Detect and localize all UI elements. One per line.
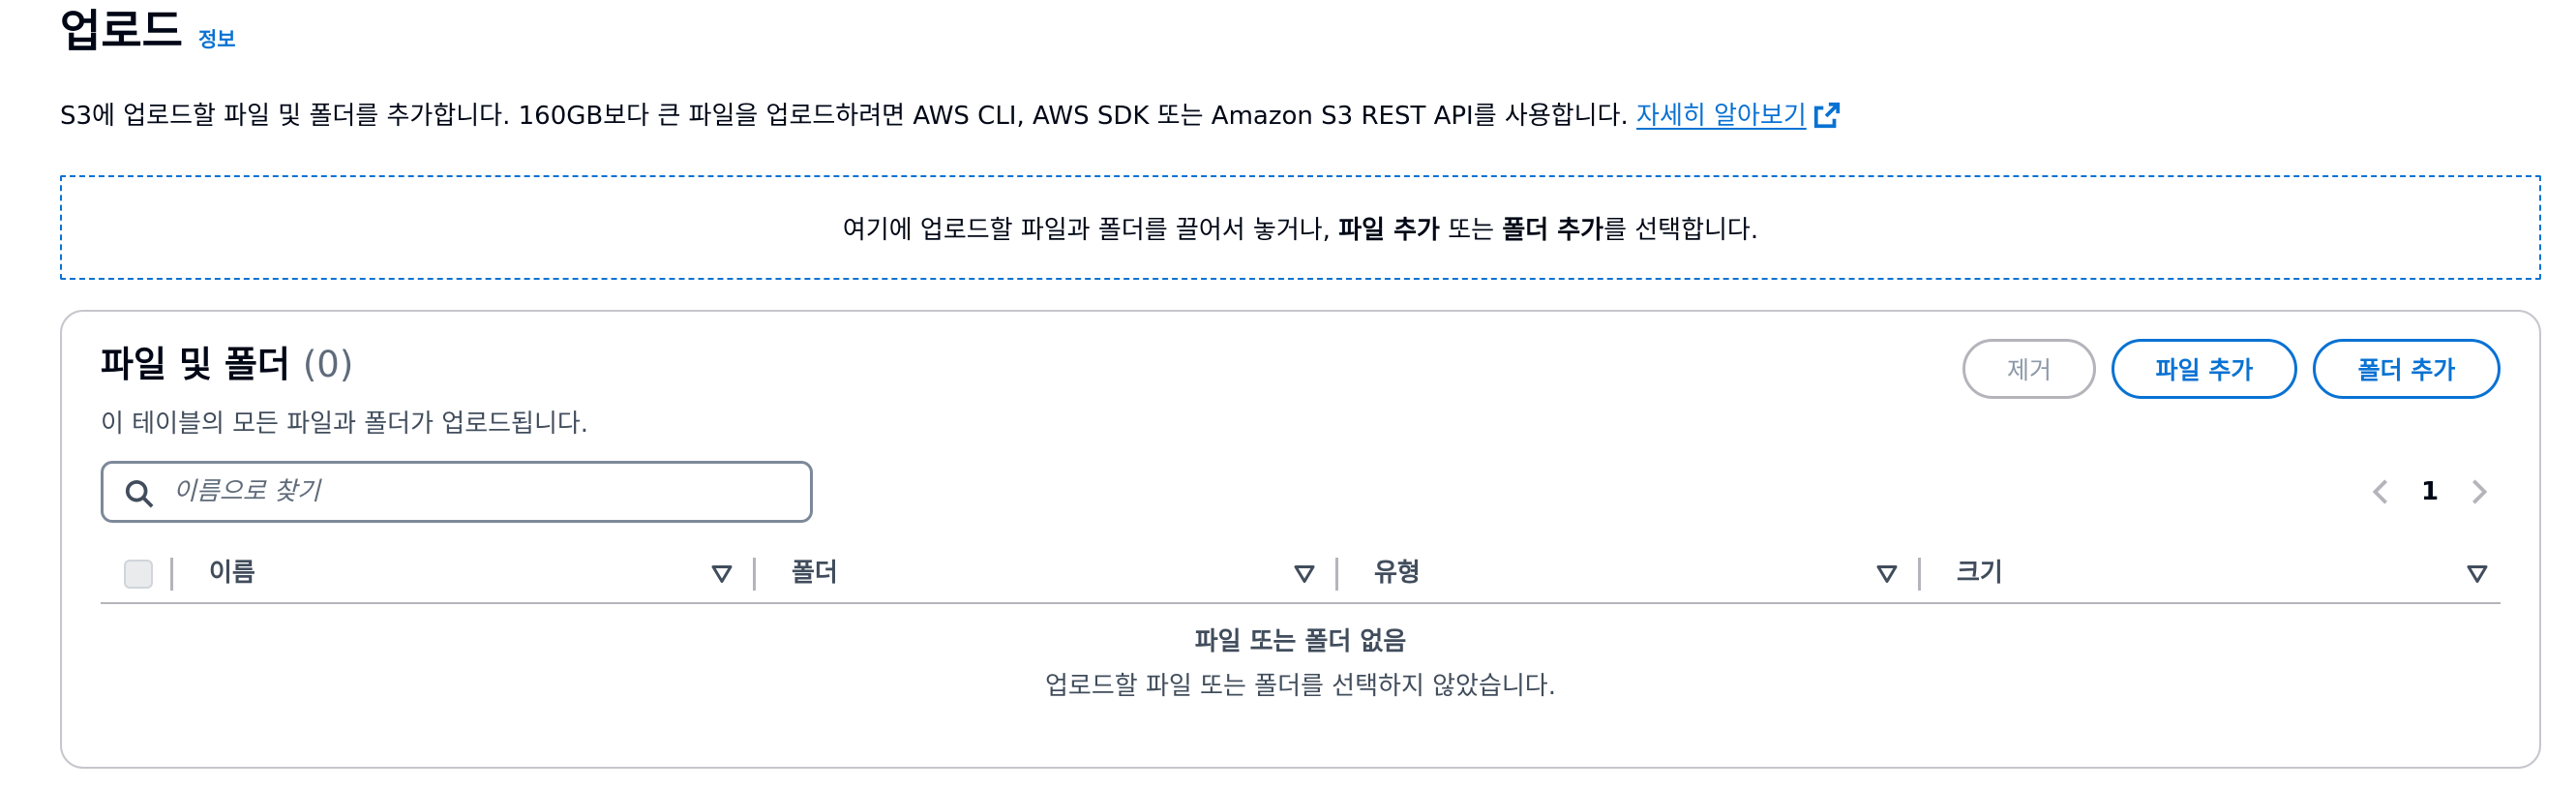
sort-triangle-icon[interactable]	[1293, 562, 1316, 586]
sort-triangle-icon[interactable]	[2466, 562, 2489, 586]
column-header-name[interactable]: 이름	[209, 554, 255, 592]
empty-state-title: 파일 또는 폴더 없음	[1194, 627, 1407, 656]
table-header: 이름 폴더 유형 크기	[101, 544, 2501, 604]
column-header-folder[interactable]: 폴더	[792, 554, 838, 592]
column-divider[interactable]	[753, 558, 756, 591]
search-icon	[125, 479, 154, 508]
info-link[interactable]: 정보	[198, 24, 236, 53]
empty-state-description: 업로드할 파일 또는 폴더를 선택하지 않았습니다.	[1045, 672, 1556, 701]
external-link-icon	[1813, 102, 1840, 129]
page-title: 업로드	[60, 5, 183, 57]
chevron-right-icon	[2472, 479, 2488, 504]
sort-triangle-icon[interactable]	[710, 562, 734, 586]
learn-more-link[interactable]: 자세히 알아보기	[1636, 102, 1842, 131]
panel-title: 파일 및 폴더 (0)	[101, 344, 354, 385]
remove-button[interactable]: 제거	[1962, 339, 2096, 399]
dropzone-text: 여기에 업로드할 파일과 폴더를 끌어서 놓거나, 파일 추가 또는 폴더 추가…	[842, 215, 1759, 245]
column-divider[interactable]	[1918, 558, 1921, 591]
search-box	[101, 461, 813, 523]
column-divider[interactable]	[1335, 558, 1338, 591]
panel-description: 이 테이블의 모든 파일과 폴더가 업로드됩니다.	[101, 410, 589, 439]
learn-more-label: 자세히 알아보기	[1636, 102, 1807, 131]
chevron-left-icon	[2372, 479, 2387, 504]
add-folder-button[interactable]: 폴더 추가	[2313, 339, 2501, 399]
select-all-checkbox[interactable]	[124, 560, 153, 589]
column-header-type[interactable]: 유형	[1374, 554, 1421, 592]
page-description: S3에 업로드할 파일 및 폴더를 추가합니다. 160GB보다 큰 파일을 업…	[60, 97, 1842, 136]
pagination: 1	[2361, 465, 2499, 519]
previous-page-button[interactable]	[2361, 472, 2400, 511]
sort-triangle-icon[interactable]	[1875, 562, 1899, 586]
files-and-folders-panel: 파일 및 폴더 (0) 이 테이블의 모든 파일과 폴더가 업로드됩니다. 제거…	[60, 310, 2541, 769]
add-file-button[interactable]: 파일 추가	[2112, 339, 2297, 399]
drop-zone[interactable]: 여기에 업로드할 파일과 폴더를 끌어서 놓거나, 파일 추가 또는 폴더 추가…	[60, 175, 2541, 280]
file-count: (0)	[302, 344, 354, 385]
search-input[interactable]	[173, 471, 793, 512]
column-header-size[interactable]: 크기	[1957, 554, 2003, 592]
next-page-button[interactable]	[2460, 472, 2499, 511]
current-page-number[interactable]: 1	[2400, 477, 2460, 506]
page-header: 업로드 정보	[60, 4, 236, 58]
description-text: S3에 업로드할 파일 및 폴더를 추가합니다. 160GB보다 큰 파일을 업…	[60, 102, 1629, 131]
column-divider[interactable]	[170, 558, 173, 591]
